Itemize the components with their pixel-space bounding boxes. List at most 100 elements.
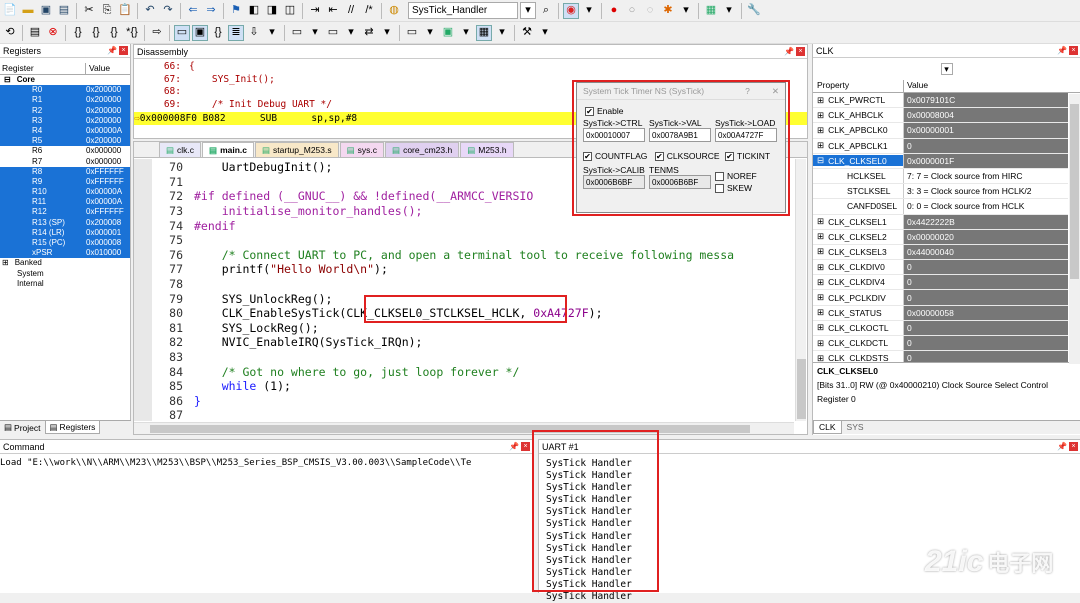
register-value[interactable]: 0x000000 — [86, 146, 130, 156]
undo-icon[interactable]: ↶ — [142, 3, 158, 19]
analysis-dropdown-icon[interactable]: ▾ — [422, 25, 438, 41]
outdent-icon[interactable]: ⇤ — [325, 3, 341, 19]
pin-icon[interactable]: 📌 — [1057, 46, 1067, 55]
register-row[interactable]: R5 0x200000 — [0, 136, 130, 147]
run-icon[interactable]: ▤ — [27, 25, 43, 41]
clk-row-clk-pclkdiv[interactable]: ⊞ CLK_PCLKDIV 0 — [813, 290, 1068, 306]
toolbox-dropdown-icon[interactable]: ▾ — [537, 25, 553, 41]
prop-value[interactable]: 7: 7 = Clock source from HIRC — [903, 168, 1068, 184]
tab-m253-h[interactable]: ▤ M253.h — [460, 142, 514, 157]
watch-dropdown-icon[interactable]: ▾ — [307, 25, 323, 41]
expand-icon[interactable]: ⊞ — [817, 246, 824, 257]
breakpoint-kill-icon[interactable]: ✱ — [660, 3, 676, 19]
trace-window-icon[interactable]: ▣ — [440, 25, 456, 41]
serial-dropdown-icon[interactable]: ▾ — [379, 25, 395, 41]
toolbox-icon[interactable]: ⚒ — [519, 25, 535, 41]
clk-row-clk-clksel2[interactable]: ⊞ CLK_CLKSEL2 0x00000020 — [813, 229, 1068, 245]
tab-project[interactable]: ▤ Project — [0, 421, 45, 434]
nav-back-icon[interactable]: ⇐ — [185, 3, 201, 19]
reset-icon[interactable]: ⟲ — [2, 25, 18, 41]
register-value[interactable]: 0x000000 — [86, 157, 130, 167]
register-value[interactable]: 0x000008 — [86, 238, 130, 248]
target-combo[interactable]: SysTick_Handler — [408, 2, 518, 19]
expand-icon[interactable]: ⊞ — [817, 338, 824, 349]
register-value[interactable]: 0x200000 — [86, 136, 130, 146]
register-value[interactable]: 0x010000 — [86, 248, 130, 258]
register-value[interactable]: 0x00000A — [86, 126, 130, 136]
register-row[interactable]: R14 (LR) 0x000001 — [0, 227, 130, 238]
close-icon[interactable]: × — [119, 46, 128, 55]
breakpoint-icon[interactable]: ● — [606, 3, 622, 19]
editor-vscrollbar[interactable] — [795, 159, 806, 421]
config-wrench-icon[interactable]: 🔧 — [746, 3, 762, 19]
register-row[interactable]: R4 0x00000A — [0, 125, 130, 137]
expand-icon[interactable]: ⊞ — [817, 125, 824, 136]
prop-value[interactable]: 0x4422222B — [903, 214, 1068, 229]
pin-icon[interactable]: 📌 — [1057, 442, 1067, 451]
trace-dropdown-icon[interactable]: ▾ — [458, 25, 474, 41]
save-icon[interactable]: ▣ — [38, 3, 54, 19]
expand-icon[interactable]: ⊞ — [817, 277, 824, 288]
stop-icon[interactable]: ⊗ — [45, 25, 61, 41]
prop-value[interactable]: 0 — [903, 336, 1068, 351]
register-row[interactable]: R8 0xFFFFFF — [0, 166, 130, 177]
memory-window-icon[interactable]: ▭ — [325, 25, 341, 41]
step-over-icon[interactable]: {} — [88, 25, 104, 41]
clk-vscrollbar[interactable] — [1069, 94, 1080, 364]
save-all-icon[interactable]: ▤ — [56, 3, 72, 19]
close-icon[interactable]: × — [1069, 46, 1078, 55]
watch-window-icon[interactable]: ▭ — [289, 25, 305, 41]
register-row[interactable]: R1 0x200000 — [0, 95, 130, 106]
register-value[interactable]: 0x00000A — [86, 187, 130, 197]
pin-icon[interactable]: 📌 — [107, 46, 117, 55]
register-value[interactable]: 0x000001 — [86, 228, 130, 238]
expand-icon[interactable]: ⊞ — [817, 262, 824, 273]
clk-row-clk-clksel0[interactable]: ⊟ CLK_CLKSEL0 0x0000001F — [813, 153, 1068, 169]
clk-row-clk-apbclk0[interactable]: ⊞ CLK_APBCLK0 0x00000001 — [813, 123, 1068, 139]
prop-value[interactable]: 0 — [903, 290, 1068, 305]
clk-row-canfd0sel[interactable]: CANFD0SEL 0: 0 = Clock source from HCLK — [813, 199, 1068, 215]
comment-icon[interactable]: // — [343, 3, 359, 19]
expand-icon[interactable]: ⊞ — [817, 322, 824, 333]
register-value[interactable]: 0x00000A — [86, 197, 130, 207]
clk-row-stclksel[interactable]: STCLKSEL 3: 3 = Clock source from HCLK/2 — [813, 184, 1068, 200]
breakpoint-disabled-icon[interactable]: ○ — [624, 3, 640, 19]
registers-window-icon[interactable]: ≣ — [228, 24, 244, 41]
bookmark-clear-icon[interactable]: ◫ — [282, 3, 298, 19]
call-stack-icon[interactable]: ⇩ — [246, 25, 262, 41]
expand-icon[interactable]: ⊞ — [817, 95, 824, 106]
core-group[interactable]: ⊟ Core — [0, 75, 130, 85]
prop-value[interactable]: 3: 3 = Clock source from HCLK/2 — [903, 184, 1068, 199]
cut-icon[interactable]: ✂ — [81, 3, 97, 19]
debug-icon[interactable]: ◉ — [563, 2, 579, 19]
prop-value[interactable]: 0x0000001F — [903, 153, 1068, 168]
prop-value[interactable]: 0x00000001 — [903, 123, 1068, 138]
expand-icon[interactable]: ⊞ — [817, 110, 824, 121]
clk-row-hclksel[interactable]: HCLKSEL 7: 7 = Clock source from HIRC — [813, 168, 1068, 185]
editor-hscrollbar[interactable] — [134, 422, 794, 434]
expand-icon[interactable]: ⊞ — [817, 292, 824, 303]
layout-dropdown-icon[interactable]: ▾ — [721, 3, 737, 19]
pin-icon[interactable]: 📌 — [509, 442, 519, 451]
tab-startup-m253-s[interactable]: ▤ startup_M253.s — [255, 142, 339, 157]
symbols-window-icon[interactable]: {} — [210, 25, 226, 41]
register-row[interactable]: xPSR 0x010000 — [0, 248, 130, 259]
open-folder-icon[interactable]: ▬ — [20, 3, 36, 19]
prop-value[interactable]: 0x00000020 — [903, 229, 1068, 244]
find-icon[interactable]: ⌕ — [538, 3, 554, 19]
tab-core-cm23-h[interactable]: ▤ core_cm23.h — [385, 142, 460, 157]
clk-row-clk-clkoctl[interactable]: ⊞ CLK_CLKOCTL 0 — [813, 320, 1068, 336]
bookmark-prev-icon[interactable]: ◧ — [246, 3, 262, 19]
clk-row-clk-apbclk1[interactable]: ⊞ CLK_APBCLK1 0 — [813, 138, 1068, 154]
system-viewer-dropdown-icon[interactable]: ▾ — [494, 25, 510, 41]
banked-group[interactable]: ⊞ Banked — [0, 258, 130, 268]
clk-filter-dropdown-icon[interactable]: ▾ — [940, 63, 953, 75]
register-row[interactable]: R7 0x000000 — [0, 157, 130, 167]
tab-main-c[interactable]: ▤ main.c — [202, 142, 254, 157]
redo-icon[interactable]: ↷ — [160, 3, 176, 19]
uncomment-icon[interactable]: /* — [361, 3, 377, 19]
clk-row-clk-clkdsts[interactable]: ⊞ CLK_CLKDSTS 0 — [813, 351, 1068, 362]
close-icon[interactable]: × — [1069, 442, 1078, 451]
clk-row-clk-clksel3[interactable]: ⊞ CLK_CLKSEL3 0x44000040 — [813, 244, 1068, 261]
system-group[interactable]: System — [0, 269, 130, 279]
